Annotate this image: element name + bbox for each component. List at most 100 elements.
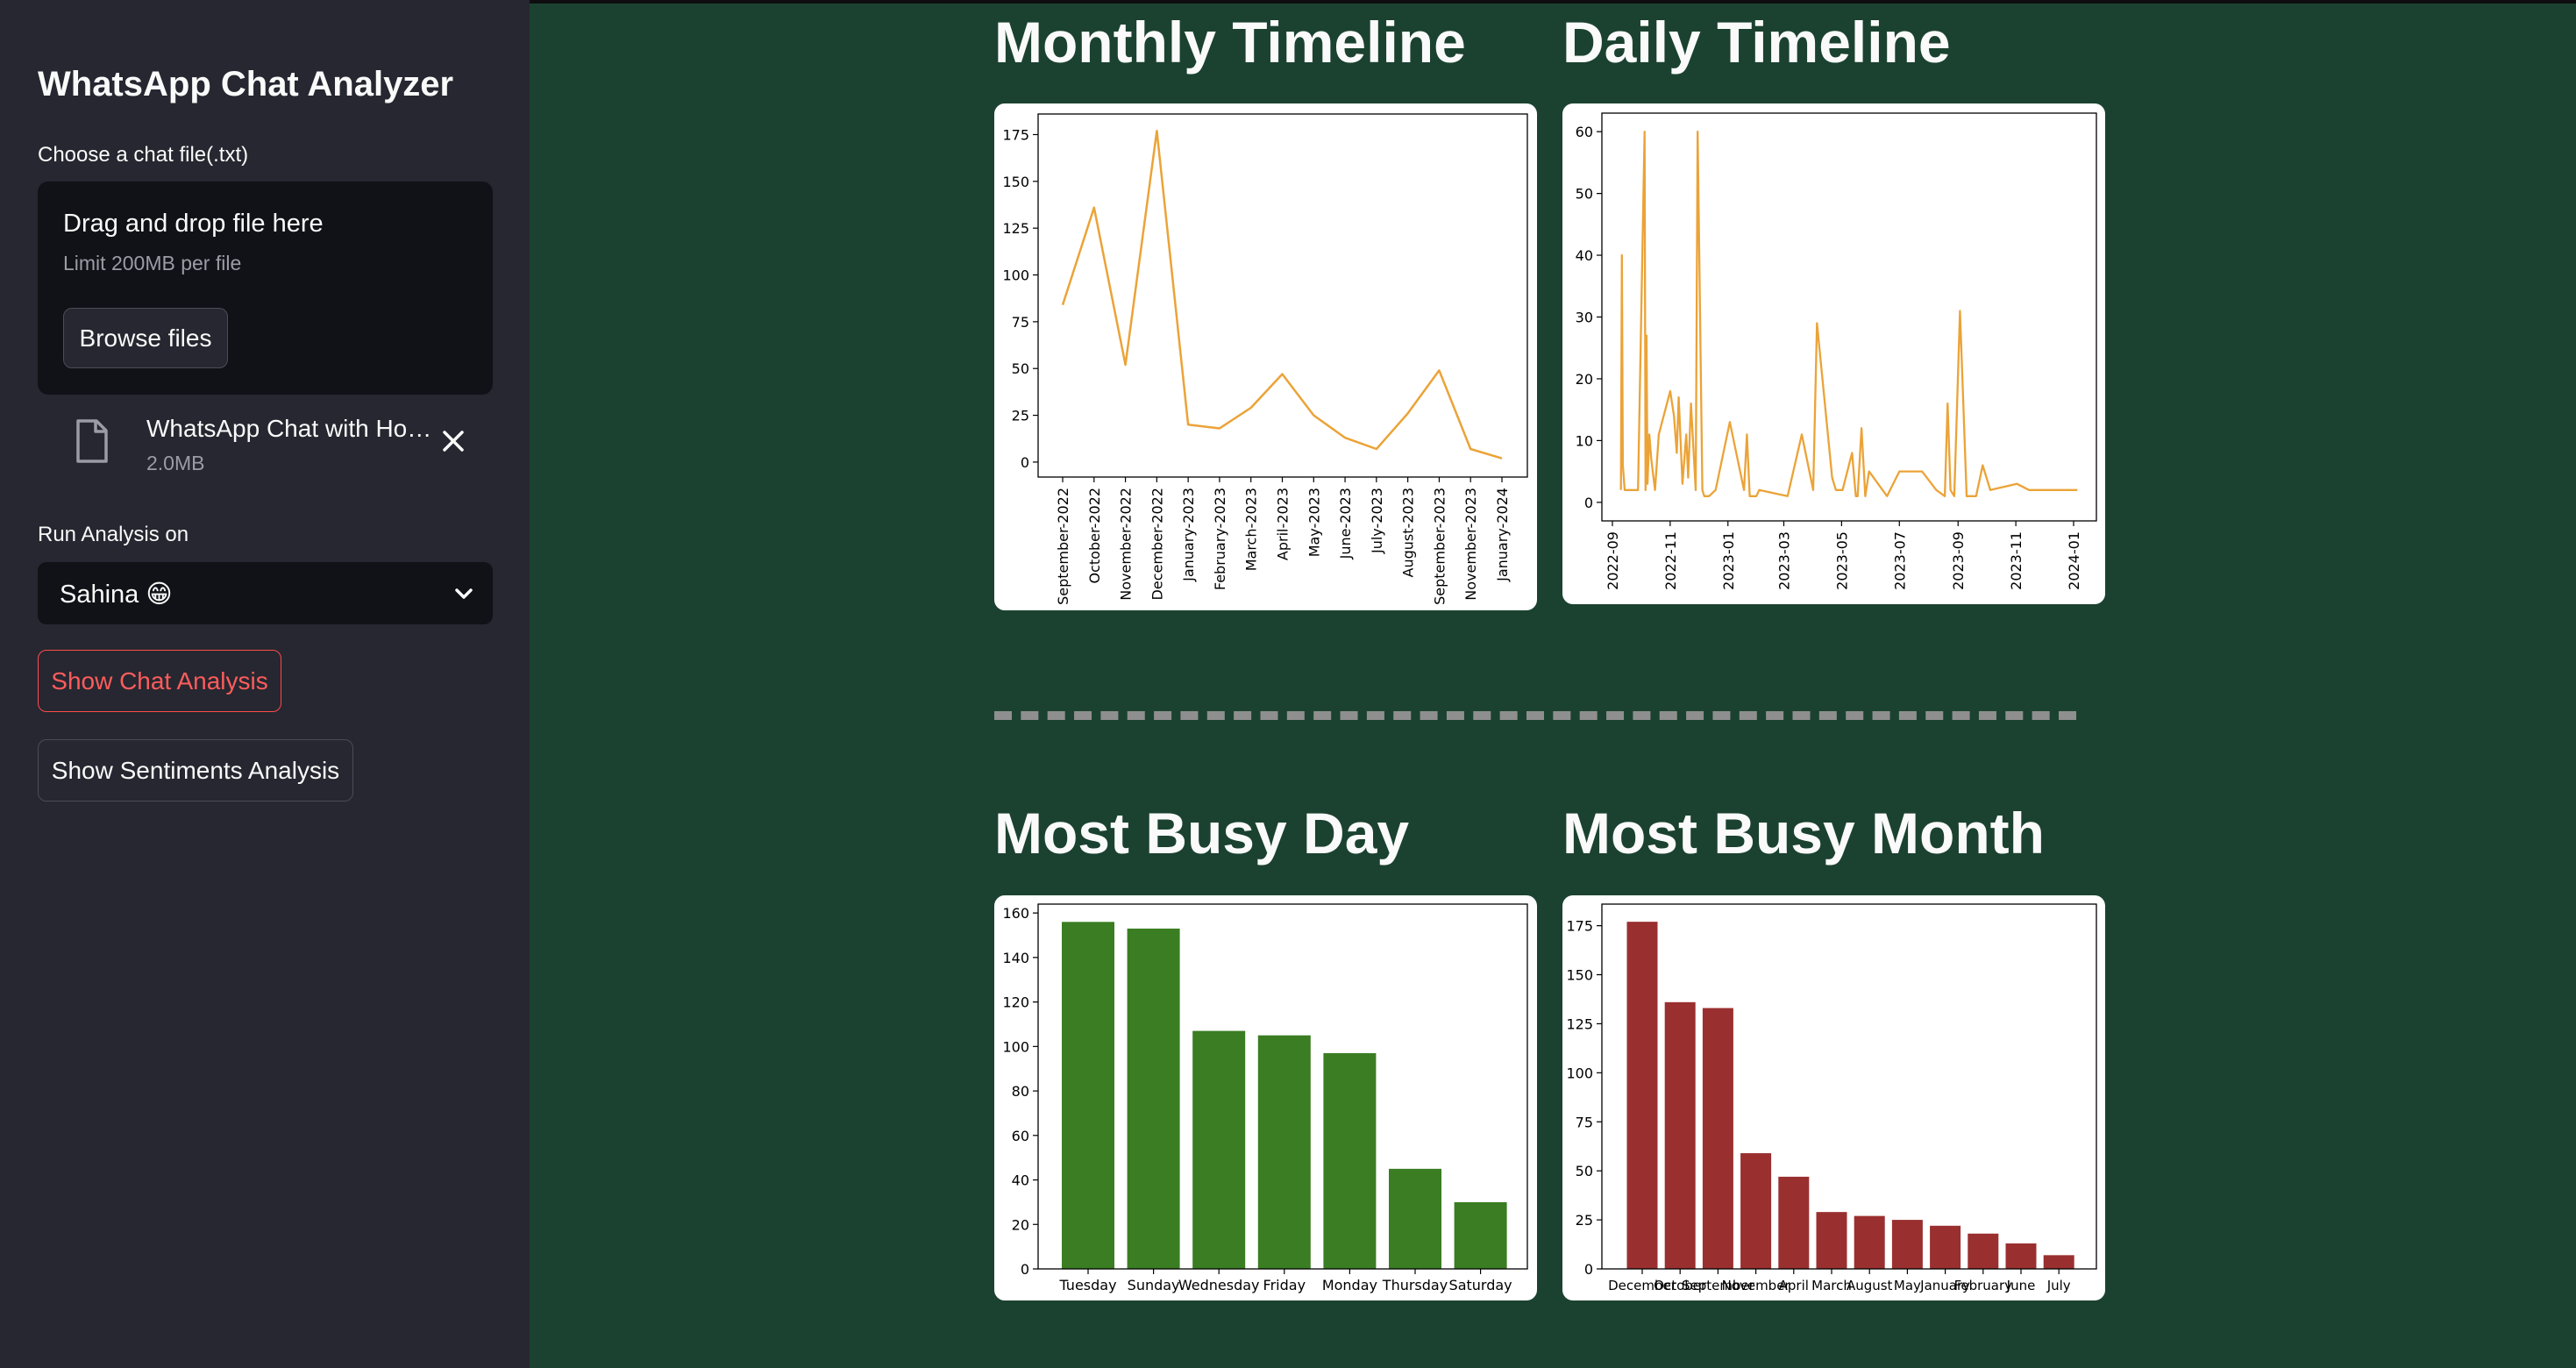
y-tick-label: 60 [1576, 124, 1593, 140]
most-busy-day-chart: 0 20 40 60 80 100 120 140 160 Tuesday Sunday Wednes… [994, 895, 1537, 1300]
x-tick-label: Wednesday [1178, 1277, 1260, 1293]
x-tick-label: May-2023 [1306, 488, 1322, 557]
uploaded-file-size: 2.0MB [146, 452, 205, 474]
x-tick-label: Sunday [1128, 1277, 1180, 1293]
most-busy-month-chart: 0 25 50 75 100 125 150 175 December October Septem… [1562, 895, 2105, 1300]
y-tick-label: 120 [1002, 994, 1029, 1011]
x-tick-label: April [1779, 1278, 1809, 1293]
x-tick-label: June [2006, 1278, 2036, 1293]
user-select-value: Sahina 😁 [60, 581, 173, 609]
most-busy-day-title: Most Busy Day [994, 801, 1410, 866]
x-tick-label: September-2022 [1055, 488, 1071, 605]
x-tick-label: May [1894, 1278, 1921, 1293]
y-tick-label: 40 [1576, 247, 1593, 264]
bar [1891, 1220, 1923, 1269]
upload-label: Choose a chat file(.txt) [38, 143, 249, 167]
y-tick-label: 100 [1002, 1038, 1029, 1055]
sidebar: WhatsApp Chat Analyzer Choose a chat fil… [0, 0, 530, 1368]
monthly-timeline-svg: 0 25 50 75 100 125 150 175 September-2022 October… [1002, 113, 1528, 605]
x-tick-label: October-2022 [1086, 488, 1103, 584]
x-tick-label: December-2022 [1149, 488, 1165, 600]
y-tick-label: 25 [1576, 1212, 1593, 1229]
x-tick-label: August [1847, 1278, 1893, 1293]
x-tick-label: November-2023 [1462, 488, 1479, 601]
x-tick-label: September-2023 [1431, 488, 1448, 605]
x-tick-label: 2023-05 [1833, 531, 1850, 590]
y-tick-label: 50 [1576, 1163, 1593, 1179]
close-icon[interactable] [438, 425, 469, 457]
bar [1192, 1030, 1246, 1269]
daily-timeline-svg: 0 10 20 30 40 50 60 2022-09 2022-11 2023-01 2023-0… [1576, 112, 2097, 590]
bar [1664, 1001, 1696, 1269]
bar [1778, 1176, 1810, 1269]
top-edge [530, 0, 2576, 4]
x-tick-label: 2024-01 [2066, 531, 2082, 590]
y-tick-label: 0 [1021, 1261, 1029, 1278]
uploaded-file-name: WhatsApp Chat with Ho… [146, 415, 432, 442]
x-tick-label: February-2023 [1212, 488, 1228, 590]
y-tick-label: 175 [1002, 126, 1029, 143]
bar [1816, 1212, 1847, 1269]
y-tick-label: 100 [1566, 1065, 1593, 1081]
x-tick-label: 2023-09 [1950, 531, 1967, 590]
y-tick-label: 100 [1002, 267, 1029, 284]
x-tick-label: 2023-11 [2008, 531, 2025, 590]
y-tick-label: 150 [1566, 967, 1593, 984]
y-tick-label: 60 [1012, 1128, 1029, 1144]
x-tick-label: Tuesday [1058, 1277, 1116, 1293]
section-divider [994, 711, 2076, 720]
x-tick-label: Monday [1322, 1277, 1377, 1293]
x-tick-label: April-2023 [1275, 488, 1292, 560]
y-tick-label: 30 [1576, 310, 1593, 326]
y-tick-label: 0 [1584, 1261, 1593, 1278]
most-busy-month-title: Most Busy Month [1562, 801, 2045, 866]
y-tick-label: 140 [1002, 950, 1029, 966]
x-tick-label: January-2024 [1494, 488, 1511, 582]
bar [1854, 1215, 1885, 1269]
bar [1323, 1052, 1377, 1269]
x-tick-label: 2023-03 [1775, 531, 1792, 590]
monthly-series-line [1061, 129, 1503, 460]
bar [2043, 1255, 2074, 1269]
bar [1968, 1233, 1999, 1269]
most-busy-day-svg: 0 20 40 60 80 100 120 140 160 Tuesday SundayWednes… [1002, 903, 1528, 1293]
bar [1062, 922, 1114, 1269]
file-uploader-dropzone[interactable]: Drag and drop file here Limit 200MB per … [38, 182, 493, 395]
y-tick-label: 20 [1012, 1216, 1029, 1233]
y-tick-label: 75 [1012, 314, 1029, 331]
browse-files-button[interactable]: Browse files [63, 308, 228, 368]
y-tick-label: 125 [1566, 1015, 1593, 1032]
x-tick-label: June-2023 [1337, 488, 1354, 559]
bar [1930, 1225, 1961, 1269]
x-tick-label: Saturday [1449, 1277, 1512, 1293]
y-tick-label: 25 [1012, 408, 1029, 424]
x-tick-label: 2023-07 [1891, 531, 1908, 590]
y-tick-label: 80 [1012, 1083, 1029, 1100]
y-tick-label: 50 [1012, 360, 1029, 377]
run-analysis-label: Run Analysis on [38, 523, 189, 546]
y-tick-label: 50 [1576, 186, 1593, 203]
dropzone-limit: Limit 200MB per file [63, 252, 242, 274]
y-tick-label: 150 [1002, 174, 1029, 190]
user-select[interactable]: Sahina 😁 [38, 562, 493, 624]
y-tick-label: 125 [1002, 220, 1029, 237]
y-tick-label: 160 [1002, 905, 1029, 922]
daily-series-line [1619, 130, 2078, 497]
bar [1454, 1201, 1507, 1269]
x-tick-label: November-2022 [1118, 488, 1135, 601]
x-tick-label: 2022-09 [1605, 531, 1621, 590]
x-tick-label: July-2023 [1369, 488, 1385, 554]
show-sentiments-analysis-button[interactable]: Show Sentiments Analysis [38, 739, 353, 802]
y-tick-label: 20 [1576, 371, 1593, 388]
show-chat-analysis-button[interactable]: Show Chat Analysis [38, 650, 281, 712]
bar [1127, 928, 1180, 1269]
file-icon [76, 419, 108, 463]
daily-timeline-title: Daily Timeline [1562, 10, 1951, 75]
daily-timeline-chart: 0 10 20 30 40 50 60 2022-09 2022-11 2023-01 2023-0… [1562, 103, 2105, 604]
y-tick-label: 40 [1012, 1172, 1029, 1189]
y-tick-label: 0 [1021, 454, 1029, 471]
chevron-down-icon [455, 588, 473, 599]
bar [2005, 1243, 2037, 1269]
y-tick-label: 10 [1576, 432, 1593, 449]
x-tick-label: August-2023 [1400, 488, 1417, 577]
